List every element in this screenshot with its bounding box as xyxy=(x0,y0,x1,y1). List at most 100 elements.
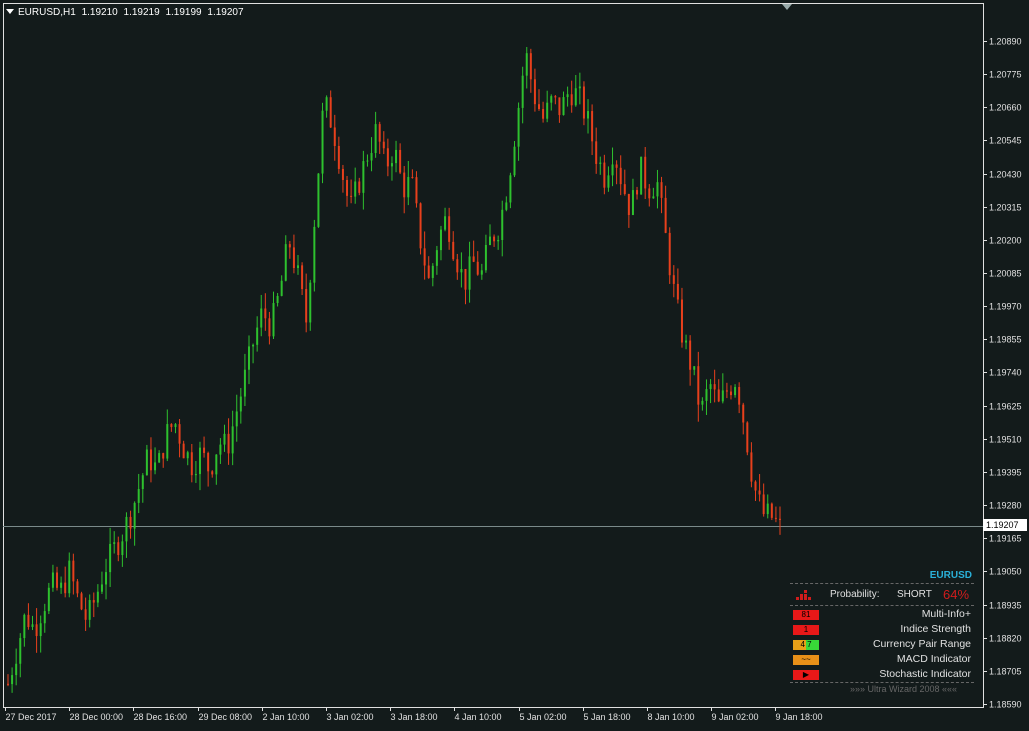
chart-shift-marker-icon[interactable] xyxy=(782,4,792,10)
candle-body xyxy=(350,195,353,197)
chart-window[interactable]: 1.20890 1.20775 1.20660 1.20545 1.20430 1.203… xyxy=(0,0,1029,731)
candle-body xyxy=(411,176,414,178)
candle-body xyxy=(11,675,14,685)
candle-body xyxy=(198,447,201,475)
candle-body xyxy=(378,124,381,142)
candle-body xyxy=(92,600,95,603)
x-tick-label: 5 Jan 18:00 xyxy=(584,712,631,722)
candle-body xyxy=(133,502,136,529)
candle-body xyxy=(619,167,622,185)
candle-body xyxy=(100,584,103,592)
candle-body xyxy=(676,283,679,300)
candle-body xyxy=(550,96,553,103)
candle-body xyxy=(292,247,295,269)
candle-body xyxy=(382,141,385,149)
candle-body xyxy=(525,53,528,76)
indicator-row: 1 Indice Strength xyxy=(790,623,974,637)
candle-body xyxy=(570,94,573,106)
candle-body xyxy=(603,162,606,188)
y-tick-label: 1.19625 xyxy=(989,402,1022,412)
candle-body xyxy=(509,175,512,203)
candle-body xyxy=(521,75,524,108)
candle-body xyxy=(105,572,108,585)
candle-body xyxy=(247,346,250,370)
y-tick-label: 1.19970 xyxy=(989,302,1022,312)
candle-body xyxy=(346,179,349,196)
divider xyxy=(790,682,974,683)
candle-body xyxy=(166,424,169,459)
candle-body xyxy=(685,340,688,343)
indicator-badge: ~~ xyxy=(793,655,819,665)
candle-body xyxy=(68,560,71,594)
candle-body xyxy=(705,389,708,401)
candle-body xyxy=(76,581,79,594)
candle-body xyxy=(88,600,91,620)
candle-body xyxy=(239,396,242,412)
divider xyxy=(790,605,974,606)
candle-body xyxy=(533,79,536,105)
candle-body xyxy=(762,494,765,515)
candle-body xyxy=(701,400,704,405)
candle-body xyxy=(517,107,520,147)
candle-body xyxy=(750,452,753,482)
candle-body xyxy=(668,232,671,276)
candle-body xyxy=(264,308,267,319)
candle-body xyxy=(366,160,369,162)
indicator-label: Indice Strength xyxy=(900,623,971,635)
candle-body xyxy=(321,110,324,174)
candle-body xyxy=(182,443,185,459)
candle-body xyxy=(19,638,22,664)
candle-body xyxy=(395,149,398,164)
y-tick-label: 1.20085 xyxy=(989,269,1022,279)
candle-body xyxy=(546,102,549,119)
ohlc-high: 1.19219 xyxy=(123,7,160,18)
candle-body xyxy=(464,268,467,290)
candle-body xyxy=(439,229,442,251)
candle-body xyxy=(358,181,361,193)
y-tick-label: 1.20315 xyxy=(989,203,1022,213)
x-tick-label: 2 Jan 10:00 xyxy=(263,712,310,722)
probability-row: Probability: SHORT 64% xyxy=(790,587,974,603)
candle-body xyxy=(587,111,590,119)
candle-body xyxy=(480,270,483,275)
candle-body xyxy=(113,542,116,544)
candle-body xyxy=(595,141,598,164)
candle-body xyxy=(386,148,389,167)
candle-body xyxy=(256,327,259,345)
candle-body xyxy=(627,193,630,215)
probability-percent: 64% xyxy=(943,587,970,602)
indicator-label: Stochastic Indicator xyxy=(879,668,971,680)
candle-body xyxy=(558,97,561,116)
candle-body xyxy=(566,94,569,98)
candle-body xyxy=(607,175,610,188)
candle-body xyxy=(149,449,152,471)
y-tick-label: 1.19855 xyxy=(989,335,1022,345)
candle-body xyxy=(194,474,197,476)
candle-body xyxy=(709,384,712,390)
candle-body xyxy=(362,161,365,193)
candle-body xyxy=(742,404,745,423)
candle-body xyxy=(774,517,777,519)
candle-body xyxy=(301,265,304,290)
candle-body xyxy=(190,452,193,476)
candle-body xyxy=(268,318,271,337)
candle-body xyxy=(337,145,340,169)
y-tick-label: 1.19395 xyxy=(989,468,1022,478)
candle-body xyxy=(284,244,287,281)
probability-direction: SHORT xyxy=(897,589,932,600)
candle-body xyxy=(578,86,581,89)
indicator-row: 4 7 Currency Pair Range xyxy=(790,638,974,652)
candle-body xyxy=(109,543,112,573)
candle-body xyxy=(529,53,532,80)
candle-body xyxy=(341,168,344,180)
candle-body xyxy=(174,424,177,428)
candle-body xyxy=(770,503,773,518)
y-tick-label: 1.18590 xyxy=(989,700,1022,710)
candle-body xyxy=(15,663,18,676)
x-tick-label: 28 Dec 00:00 xyxy=(70,712,124,722)
dropdown-triangle-icon[interactable] xyxy=(6,9,14,14)
symbol-label: EURUSD,H1 xyxy=(18,7,76,18)
candle-body xyxy=(60,582,63,588)
candle-body xyxy=(84,609,87,620)
candle-body xyxy=(374,124,377,154)
